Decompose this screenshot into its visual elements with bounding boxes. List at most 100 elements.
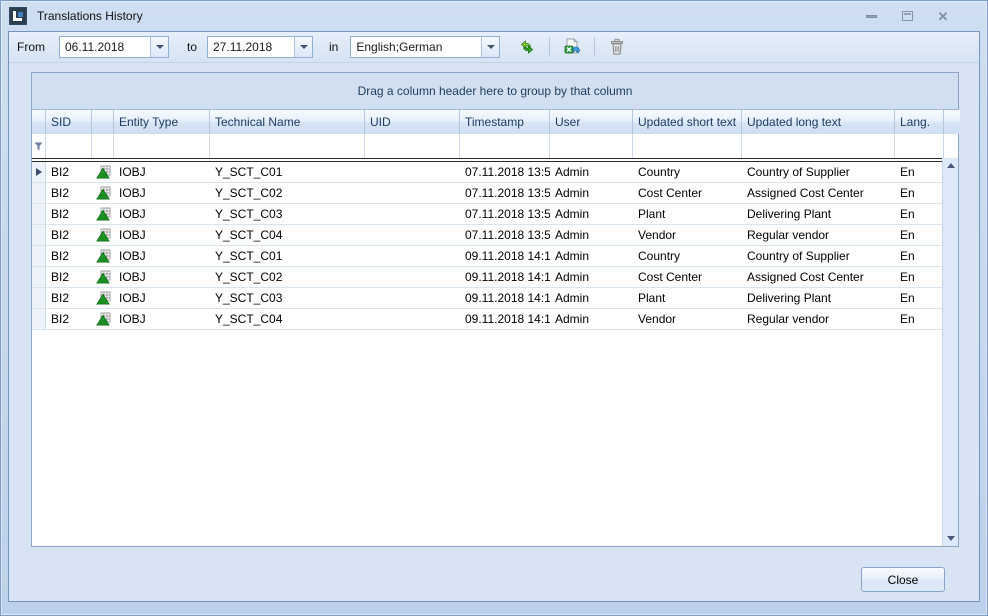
cell-updated-long-text[interactable]: Country of Supplier bbox=[742, 246, 895, 266]
cell-updated-long-text[interactable]: Regular vendor bbox=[742, 225, 895, 245]
cell-user[interactable]: Admin bbox=[550, 225, 633, 245]
scroll-down-icon[interactable] bbox=[947, 536, 955, 541]
cell-sid[interactable]: BI2 bbox=[46, 162, 92, 182]
filter-cell-user[interactable] bbox=[550, 134, 633, 158]
close-button[interactable]: Close bbox=[861, 567, 945, 592]
cell-lang[interactable]: En bbox=[895, 267, 942, 287]
cell-sid[interactable]: BI2 bbox=[46, 225, 92, 245]
scroll-up-icon[interactable] bbox=[947, 163, 955, 168]
vertical-scrollbar[interactable] bbox=[942, 158, 958, 546]
filter-cell-uid[interactable] bbox=[365, 134, 460, 158]
to-date-value[interactable]: 27.11.2018 bbox=[208, 37, 294, 57]
cell-updated-long-text[interactable]: Assigned Cost Center bbox=[742, 183, 895, 203]
row-indicator[interactable] bbox=[32, 162, 46, 182]
cell-entity-icon[interactable] bbox=[92, 225, 114, 245]
cell-uid[interactable] bbox=[365, 225, 460, 245]
cell-user[interactable]: Admin bbox=[550, 204, 633, 224]
language-value[interactable]: English;German bbox=[351, 37, 481, 57]
row-indicator[interactable] bbox=[32, 183, 46, 203]
cell-entity-icon[interactable] bbox=[92, 162, 114, 182]
column-header-user[interactable]: User bbox=[550, 110, 633, 134]
cell-entity-icon[interactable] bbox=[92, 309, 114, 329]
cell-entity-type[interactable]: IOBJ bbox=[114, 225, 210, 245]
column-header-updated-long-text[interactable]: Updated long text bbox=[742, 110, 895, 134]
cell-lang[interactable]: En bbox=[895, 162, 942, 182]
cell-updated-long-text[interactable]: Regular vendor bbox=[742, 309, 895, 329]
cell-updated-short-text[interactable]: Vendor bbox=[633, 225, 742, 245]
row-indicator[interactable] bbox=[32, 267, 46, 287]
row-indicator[interactable] bbox=[32, 309, 46, 329]
column-header-lang[interactable]: Lang. bbox=[895, 110, 944, 134]
column-header-sid[interactable]: SID bbox=[46, 110, 92, 134]
cell-timestamp[interactable]: 09.11.2018 14:14 bbox=[460, 246, 550, 266]
to-date-picker[interactable]: 27.11.2018 bbox=[207, 36, 313, 58]
cell-technical-name[interactable]: Y_SCT_C03 bbox=[210, 204, 365, 224]
cell-technical-name[interactable]: Y_SCT_C01 bbox=[210, 162, 365, 182]
cell-user[interactable]: Admin bbox=[550, 288, 633, 308]
cell-user[interactable]: Admin bbox=[550, 309, 633, 329]
cell-entity-type[interactable]: IOBJ bbox=[114, 309, 210, 329]
table-row[interactable]: BI2IOBJY_SCT_C0209.11.2018 14:14AdminCos… bbox=[32, 267, 942, 288]
cell-entity-icon[interactable] bbox=[92, 288, 114, 308]
cell-timestamp[interactable]: 07.11.2018 13:51 bbox=[460, 204, 550, 224]
cell-uid[interactable] bbox=[365, 183, 460, 203]
cell-uid[interactable] bbox=[365, 204, 460, 224]
column-header-updated-short-text[interactable]: Updated short text bbox=[633, 110, 742, 134]
cell-entity-icon[interactable] bbox=[92, 183, 114, 203]
cell-lang[interactable]: En bbox=[895, 204, 942, 224]
cell-timestamp[interactable]: 09.11.2018 14:14 bbox=[460, 309, 550, 329]
cell-lang[interactable]: En bbox=[895, 183, 942, 203]
cell-sid[interactable]: BI2 bbox=[46, 309, 92, 329]
cell-uid[interactable] bbox=[365, 309, 460, 329]
maximize-button[interactable] bbox=[897, 8, 917, 24]
delete-button[interactable] bbox=[604, 35, 630, 59]
cell-entity-type[interactable]: IOBJ bbox=[114, 162, 210, 182]
cell-sid[interactable]: BI2 bbox=[46, 288, 92, 308]
cell-updated-short-text[interactable]: Country bbox=[633, 246, 742, 266]
cell-lang[interactable]: En bbox=[895, 309, 942, 329]
language-combobox[interactable]: English;German bbox=[350, 36, 500, 58]
from-date-picker[interactable]: 06.11.2018 bbox=[59, 36, 169, 58]
row-indicator[interactable] bbox=[32, 246, 46, 266]
cell-technical-name[interactable]: Y_SCT_C04 bbox=[210, 309, 365, 329]
cell-updated-short-text[interactable]: Cost Center bbox=[633, 183, 742, 203]
cell-updated-long-text[interactable]: Delivering Plant bbox=[742, 204, 895, 224]
group-by-panel[interactable]: Drag a column header here to group by th… bbox=[32, 73, 958, 110]
cell-entity-icon[interactable] bbox=[92, 267, 114, 287]
minimize-button[interactable] bbox=[861, 8, 881, 24]
column-header-entity-icon[interactable] bbox=[92, 110, 114, 134]
column-header-technical-name[interactable]: Technical Name bbox=[210, 110, 365, 134]
cell-technical-name[interactable]: Y_SCT_C01 bbox=[210, 246, 365, 266]
filter-cell-updated-long-text[interactable] bbox=[742, 134, 895, 158]
row-indicator[interactable] bbox=[32, 288, 46, 308]
filter-cell-updated-short-text[interactable] bbox=[633, 134, 742, 158]
filter-cell-timestamp[interactable] bbox=[460, 134, 550, 158]
cell-timestamp[interactable]: 07.11.2018 13:51 bbox=[460, 162, 550, 182]
cell-sid[interactable]: BI2 bbox=[46, 267, 92, 287]
refresh-button[interactable] bbox=[514, 35, 540, 59]
cell-entity-type[interactable]: IOBJ bbox=[114, 267, 210, 287]
from-date-dropdown-button[interactable] bbox=[150, 37, 168, 57]
cell-updated-long-text[interactable]: Delivering Plant bbox=[742, 288, 895, 308]
table-row[interactable]: BI2 IOBJY_SCT_C03 09.11.2018 14:14AdminPla… bbox=[32, 288, 942, 309]
cell-user[interactable]: Admin bbox=[550, 183, 633, 203]
filter-cell-entity-type[interactable] bbox=[114, 134, 210, 158]
column-header-uid[interactable]: UID bbox=[365, 110, 460, 134]
cell-entity-type[interactable]: IOBJ bbox=[114, 288, 210, 308]
cell-updated-short-text[interactable]: Plant bbox=[633, 288, 742, 308]
cell-timestamp[interactable]: 09.11.2018 14:14 bbox=[460, 267, 550, 287]
cell-uid[interactable] bbox=[365, 246, 460, 266]
cell-entity-type[interactable]: IOBJ bbox=[114, 204, 210, 224]
table-row[interactable]: BI2IOBJY_SCT_C0107.11.2018 13:51AdminCou… bbox=[32, 162, 942, 183]
cell-timestamp[interactable]: 09.11.2018 14:14 bbox=[460, 288, 550, 308]
to-date-dropdown-button[interactable] bbox=[294, 37, 312, 57]
row-indicator[interactable] bbox=[32, 204, 46, 224]
cell-technical-name[interactable]: Y_SCT_C03 bbox=[210, 288, 365, 308]
cell-sid[interactable]: BI2 bbox=[46, 183, 92, 203]
table-row[interactable]: BI2IOBJY_SCT_C0307.11.2018 13:51AdminPla… bbox=[32, 204, 942, 225]
cell-lang[interactable]: En bbox=[895, 225, 942, 245]
cell-technical-name[interactable]: Y_SCT_C02 bbox=[210, 267, 365, 287]
cell-updated-short-text[interactable]: Country bbox=[633, 162, 742, 182]
cell-entity-type[interactable]: IOBJ bbox=[114, 246, 210, 266]
cell-technical-name[interactable]: Y_SCT_C02 bbox=[210, 183, 365, 203]
